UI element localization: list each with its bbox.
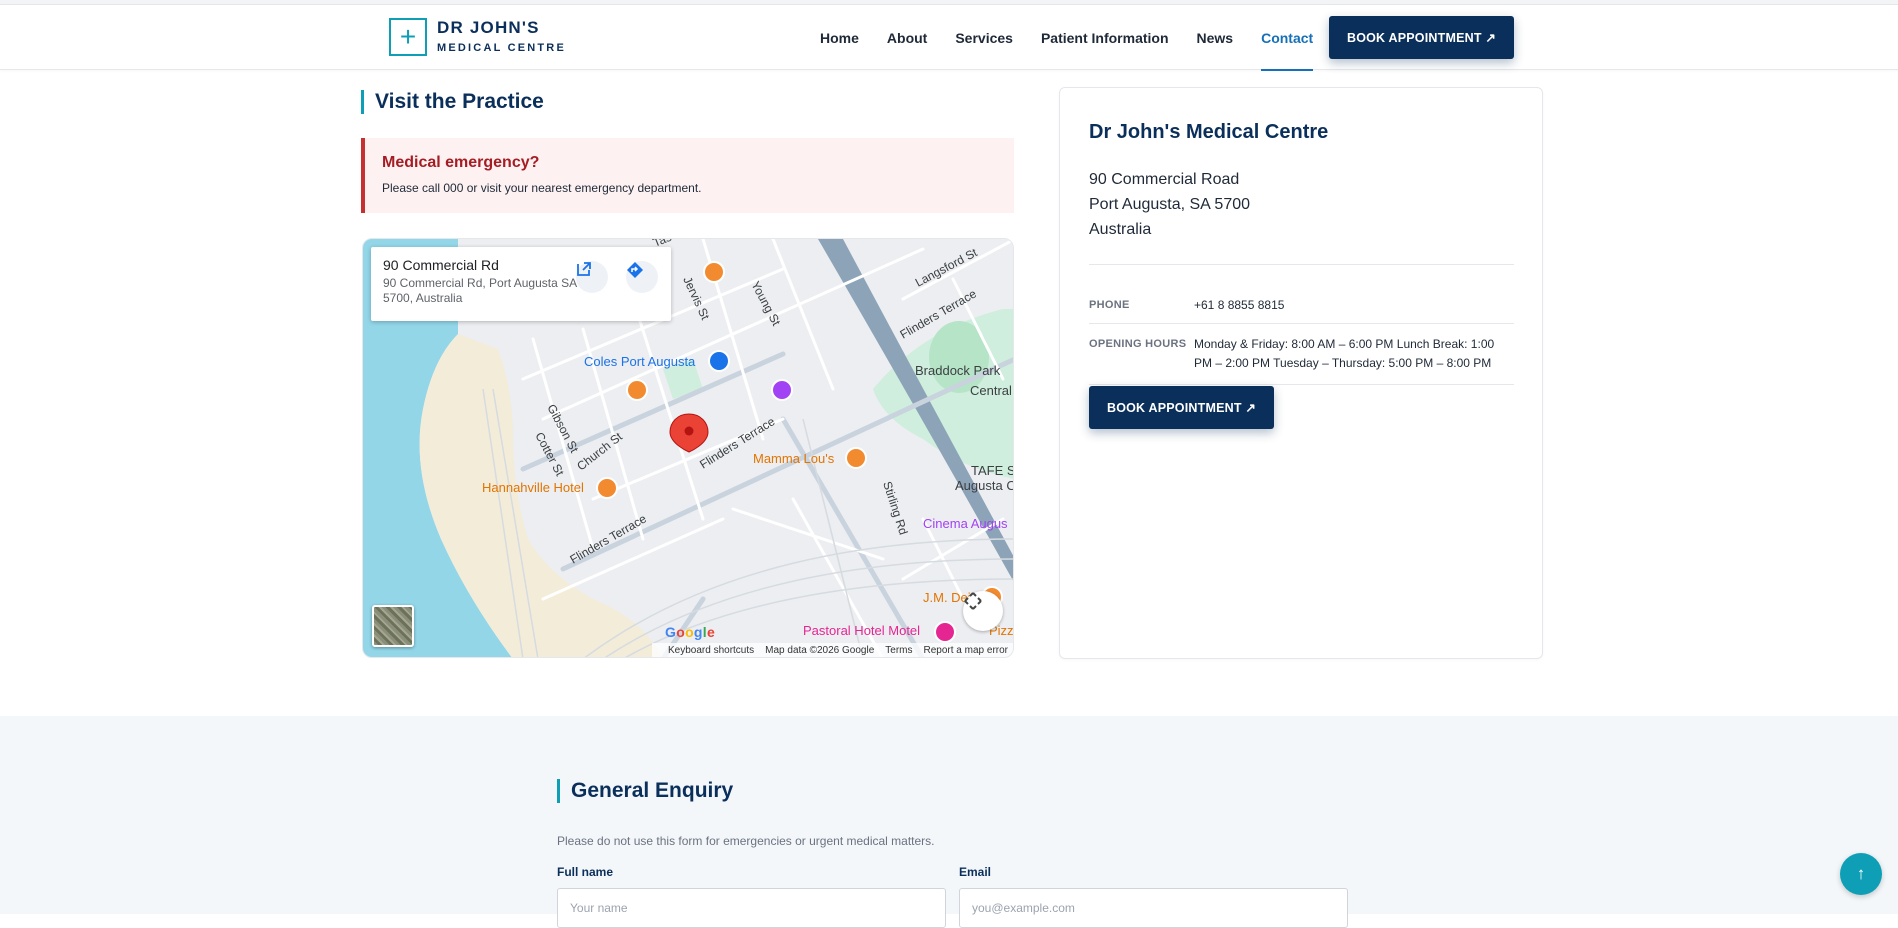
email-input[interactable]: [959, 888, 1348, 928]
logo-cross-icon: +: [389, 18, 427, 56]
phone-value[interactable]: +61 8 8855 8815: [1194, 296, 1284, 315]
label-hannahville: Hannahville Hotel: [482, 480, 584, 495]
nav-home[interactable]: Home: [820, 5, 859, 70]
logo[interactable]: + DR JOHN'S MEDICAL CENTRE: [389, 18, 566, 56]
open-in-maps-icon[interactable]: [576, 261, 608, 293]
divider: [1089, 264, 1514, 265]
contact-address: 90 Commercial Road Port Augusta, SA 5700…: [1089, 167, 1250, 242]
address-line-1: 90 Commercial Road: [1089, 171, 1240, 188]
book-appointment-button[interactable]: BOOK APPOINTMENT ↗: [1329, 16, 1514, 59]
full-name-label: Full name: [557, 865, 614, 879]
nav-patient-information[interactable]: Patient Information: [1041, 5, 1169, 70]
label-coles: Coles Port Augusta: [584, 354, 696, 369]
nav-contact[interactable]: Contact: [1261, 5, 1314, 71]
contact-card: Dr John's Medical Centre 90 Commercial R…: [1059, 87, 1543, 659]
satellite-toggle[interactable]: [372, 605, 414, 647]
heading-accent-bar: [557, 779, 560, 803]
map-footer: Keyboard shortcuts Map data ©2026 Google…: [651, 643, 1013, 657]
divider: [1089, 323, 1514, 324]
map-place-title: 90 Commercial Rd: [383, 257, 499, 273]
hours-value: Monday & Friday: 8:00 AM – 6:00 PM Lunch…: [1194, 337, 1495, 370]
email-label: Email: [959, 865, 992, 879]
heading-accent-bar: [361, 90, 364, 114]
nav-services[interactable]: Services: [955, 5, 1013, 70]
map-terms-link[interactable]: Terms: [885, 645, 912, 656]
back-to-top-button[interactable]: ↑: [1840, 853, 1882, 895]
contact-name: Dr John's Medical Centre: [1089, 121, 1329, 143]
enquiry-title: General Enquiry: [571, 779, 734, 802]
map-place-address: 90 Commercial Rd, Port Augusta SA 5700, …: [383, 276, 577, 305]
directions-icon[interactable]: [626, 261, 658, 293]
card-book-appointment-button[interactable]: BOOK APPOINTMENT ↗: [1089, 386, 1274, 429]
logo-subtitle: MEDICAL CENTRE: [437, 41, 566, 54]
enquiry-heading: General Enquiry: [557, 779, 733, 803]
label-tafe-2: Augusta C: [955, 478, 1014, 493]
visit-title: Visit the Practice: [375, 90, 544, 113]
label-mamma: Mamma Lou's: [753, 451, 835, 466]
emergency-title: Medical emergency?: [382, 154, 540, 171]
label-braddock: Braddock Park: [915, 363, 1001, 378]
google-logo: Google: [665, 624, 716, 640]
emergency-alert: Medical emergency? Please call 000 or vi…: [361, 138, 1014, 213]
emergency-text: Please call 000 or visit your nearest em…: [382, 181, 702, 195]
enquiry-subtitle: Please do not use this form for emergenc…: [557, 834, 935, 848]
logo-name: DR JOHN'S: [437, 17, 540, 37]
report-map-error-link[interactable]: Report a map error: [924, 645, 1008, 656]
label-tafe-1: TAFE S: [971, 463, 1014, 478]
divider: [1089, 384, 1514, 385]
map-place-card: 90 Commercial Rd 90 Commercial Rd, Port …: [371, 247, 671, 321]
nav-news[interactable]: News: [1197, 5, 1234, 70]
nav-about[interactable]: About: [887, 5, 927, 70]
label-cinema: Cinema Augus: [923, 516, 1008, 531]
full-name-input[interactable]: [557, 888, 946, 928]
visit-heading: Visit the Practice: [361, 90, 544, 114]
enquiry-section: [0, 716, 1898, 914]
hours-label: OPENING HOURS: [1089, 338, 1187, 350]
address-line-3: Australia: [1089, 221, 1152, 238]
site-header: + DR JOHN'S MEDICAL CENTRE Home About Se…: [0, 5, 1898, 71]
keyboard-shortcuts-link[interactable]: Keyboard shortcuts: [668, 645, 754, 656]
label-pastoral: Pastoral Hotel Motel: [803, 623, 920, 638]
phone-label: PHONE: [1089, 299, 1130, 311]
address-line-2: Port Augusta, SA 5700: [1089, 196, 1251, 213]
fullscreen-icon[interactable]: [963, 591, 1003, 631]
label-central: Central: [970, 383, 1012, 398]
map-embed[interactable]: Langsford St Flinders Terrace Flinders T…: [362, 238, 1014, 658]
map-data-attribution: Map data ©2026 Google: [765, 644, 875, 656]
main-nav: Home About Services Patient Information …: [820, 5, 1341, 71]
